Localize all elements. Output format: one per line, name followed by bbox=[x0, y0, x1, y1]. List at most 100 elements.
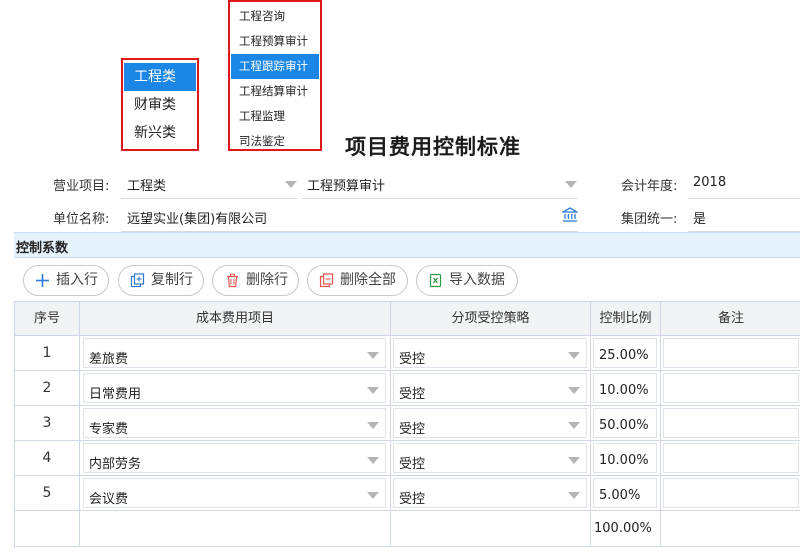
cost-item-select[interactable]: 日常费用 bbox=[83, 373, 386, 403]
column-header-no: 序号 bbox=[15, 302, 80, 336]
business-item-select[interactable]: 工程类 bbox=[127, 175, 166, 194]
fiscal-year-field[interactable]: 2018 bbox=[693, 175, 726, 190]
page-title: 项目费用控制标准 bbox=[345, 135, 521, 159]
note-field[interactable] bbox=[663, 373, 799, 403]
divider bbox=[688, 198, 800, 199]
bank-icon[interactable] bbox=[562, 207, 578, 223]
ratio-field[interactable]: 5.00% bbox=[593, 478, 657, 508]
chevron-down-icon bbox=[367, 422, 379, 429]
cost-item-value: 专家费 bbox=[89, 422, 129, 437]
subcategory-menu: 工程咨询 工程预算审计 工程跟踪审计 工程结算审计 工程监理 司法鉴定 bbox=[228, 0, 322, 151]
strategy-select[interactable]: 受控 bbox=[393, 478, 587, 508]
strategy-value: 受控 bbox=[399, 492, 426, 507]
cost-item-select[interactable]: 内部劳务 bbox=[83, 443, 386, 473]
group-unified-field[interactable]: 是 bbox=[693, 208, 706, 227]
cost-item-value: 内部劳务 bbox=[89, 457, 142, 472]
table-cell bbox=[661, 406, 800, 441]
table-cell bbox=[661, 371, 800, 406]
chevron-down-icon bbox=[367, 387, 379, 394]
strategy-select[interactable]: 受控 bbox=[393, 443, 587, 473]
chevron-down-icon bbox=[367, 492, 379, 499]
ratio-field[interactable]: 10.00% bbox=[593, 373, 657, 403]
table-cell: 受控 bbox=[391, 441, 591, 476]
cost-item-select[interactable]: 专家费 bbox=[83, 408, 386, 438]
copy-row-label: 复制行 bbox=[151, 272, 193, 288]
chevron-down-icon bbox=[568, 387, 580, 394]
cost-item-value: 会议费 bbox=[89, 492, 129, 507]
column-header-strategy: 分项受控策略 bbox=[391, 302, 591, 336]
strategy-value: 受控 bbox=[399, 352, 426, 367]
menu-item-budget-audit[interactable]: 工程预算审计 bbox=[231, 29, 319, 54]
menu-item-settlement-audit[interactable]: 工程结算审计 bbox=[231, 79, 319, 104]
note-field[interactable] bbox=[663, 443, 799, 473]
table-cell: 5.00% bbox=[591, 476, 661, 511]
divider bbox=[121, 198, 297, 199]
row-number: 2 bbox=[15, 371, 80, 406]
cost-item-value: 日常费用 bbox=[89, 387, 142, 402]
ratio-field[interactable]: 25.00% bbox=[593, 338, 657, 368]
total-ratio: 100.00% bbox=[594, 521, 652, 536]
cost-item-value: 差旅费 bbox=[89, 352, 129, 367]
divider bbox=[302, 198, 578, 199]
business-sub-select[interactable]: 工程预算审计 bbox=[307, 175, 385, 194]
copy-icon bbox=[130, 273, 145, 288]
chevron-down-icon bbox=[568, 492, 580, 499]
note-field[interactable] bbox=[663, 408, 799, 438]
column-header-cost-item: 成本费用项目 bbox=[80, 302, 391, 336]
table-cell: 100.00% bbox=[591, 511, 661, 547]
section-header: 控制系数 bbox=[14, 232, 800, 258]
menu-item-judicial[interactable]: 司法鉴定 bbox=[231, 129, 319, 154]
import-data-button[interactable]: 导入数据 bbox=[416, 265, 518, 296]
table-cell bbox=[80, 511, 391, 547]
menu-item-consulting[interactable]: 工程咨询 bbox=[231, 4, 319, 29]
note-field[interactable] bbox=[663, 338, 799, 368]
chevron-down-icon bbox=[568, 457, 580, 464]
unit-name-field[interactable]: 远望实业(集团)有限公司 bbox=[127, 208, 267, 227]
column-header-ratio: 控制比例 bbox=[591, 302, 661, 336]
delete-all-button[interactable]: 删除全部 bbox=[307, 265, 408, 296]
group-unified-label: 集团统一: bbox=[621, 212, 678, 227]
chevron-down-icon bbox=[367, 352, 379, 359]
table-cell: 25.00% bbox=[591, 336, 661, 371]
table-cell bbox=[661, 441, 800, 476]
table-cell: 内部劳务 bbox=[80, 441, 391, 476]
table-cell: 会议费 bbox=[80, 476, 391, 511]
chevron-down-icon[interactable] bbox=[285, 181, 297, 188]
note-field[interactable] bbox=[663, 478, 799, 508]
ratio-field[interactable]: 50.00% bbox=[593, 408, 657, 438]
chevron-down-icon bbox=[568, 352, 580, 359]
strategy-select[interactable]: 受控 bbox=[393, 408, 587, 438]
control-coefficient-table: 序号 成本费用项目 分项受控策略 控制比例 备注 1 差旅费 受控 25.00%… bbox=[14, 301, 800, 547]
menu-item-emerging[interactable]: 新兴类 bbox=[124, 119, 196, 147]
strategy-select[interactable]: 受控 bbox=[393, 338, 587, 368]
table-cell bbox=[661, 336, 800, 371]
chevron-down-icon bbox=[367, 457, 379, 464]
ratio-value: 10.00% bbox=[599, 453, 649, 468]
table-cell: 差旅费 bbox=[80, 336, 391, 371]
menu-item-supervision[interactable]: 工程监理 bbox=[231, 104, 319, 129]
ratio-value: 50.00% bbox=[599, 418, 649, 433]
delete-all-label: 删除全部 bbox=[340, 272, 396, 288]
business-item-label: 营业项目: bbox=[53, 179, 110, 194]
insert-row-button[interactable]: 插入行 bbox=[23, 265, 109, 296]
section-title: 控制系数 bbox=[16, 241, 69, 256]
delete-row-button[interactable]: 删除行 bbox=[212, 265, 299, 296]
table-cell: 日常费用 bbox=[80, 371, 391, 406]
menu-item-finance-audit[interactable]: 财审类 bbox=[124, 91, 196, 119]
strategy-select[interactable]: 受控 bbox=[393, 373, 587, 403]
row-number: 1 bbox=[15, 336, 80, 371]
chevron-down-icon[interactable] bbox=[565, 181, 577, 188]
import-data-label: 导入数据 bbox=[449, 272, 505, 288]
menu-item-engineering[interactable]: 工程类 bbox=[124, 63, 196, 91]
table-cell: 专家费 bbox=[80, 406, 391, 441]
ratio-field[interactable]: 10.00% bbox=[593, 443, 657, 473]
column-header-note: 备注 bbox=[661, 302, 800, 336]
menu-item-tracking-audit[interactable]: 工程跟踪审计 bbox=[231, 54, 319, 79]
copy-row-button[interactable]: 复制行 bbox=[118, 265, 204, 296]
table-cell bbox=[15, 511, 80, 547]
cost-item-select[interactable]: 会议费 bbox=[83, 478, 386, 508]
row-number: 4 bbox=[15, 441, 80, 476]
cost-item-select[interactable]: 差旅费 bbox=[83, 338, 386, 368]
row-number: 5 bbox=[15, 476, 80, 511]
category-menu: 工程类 财审类 新兴类 bbox=[121, 58, 199, 151]
